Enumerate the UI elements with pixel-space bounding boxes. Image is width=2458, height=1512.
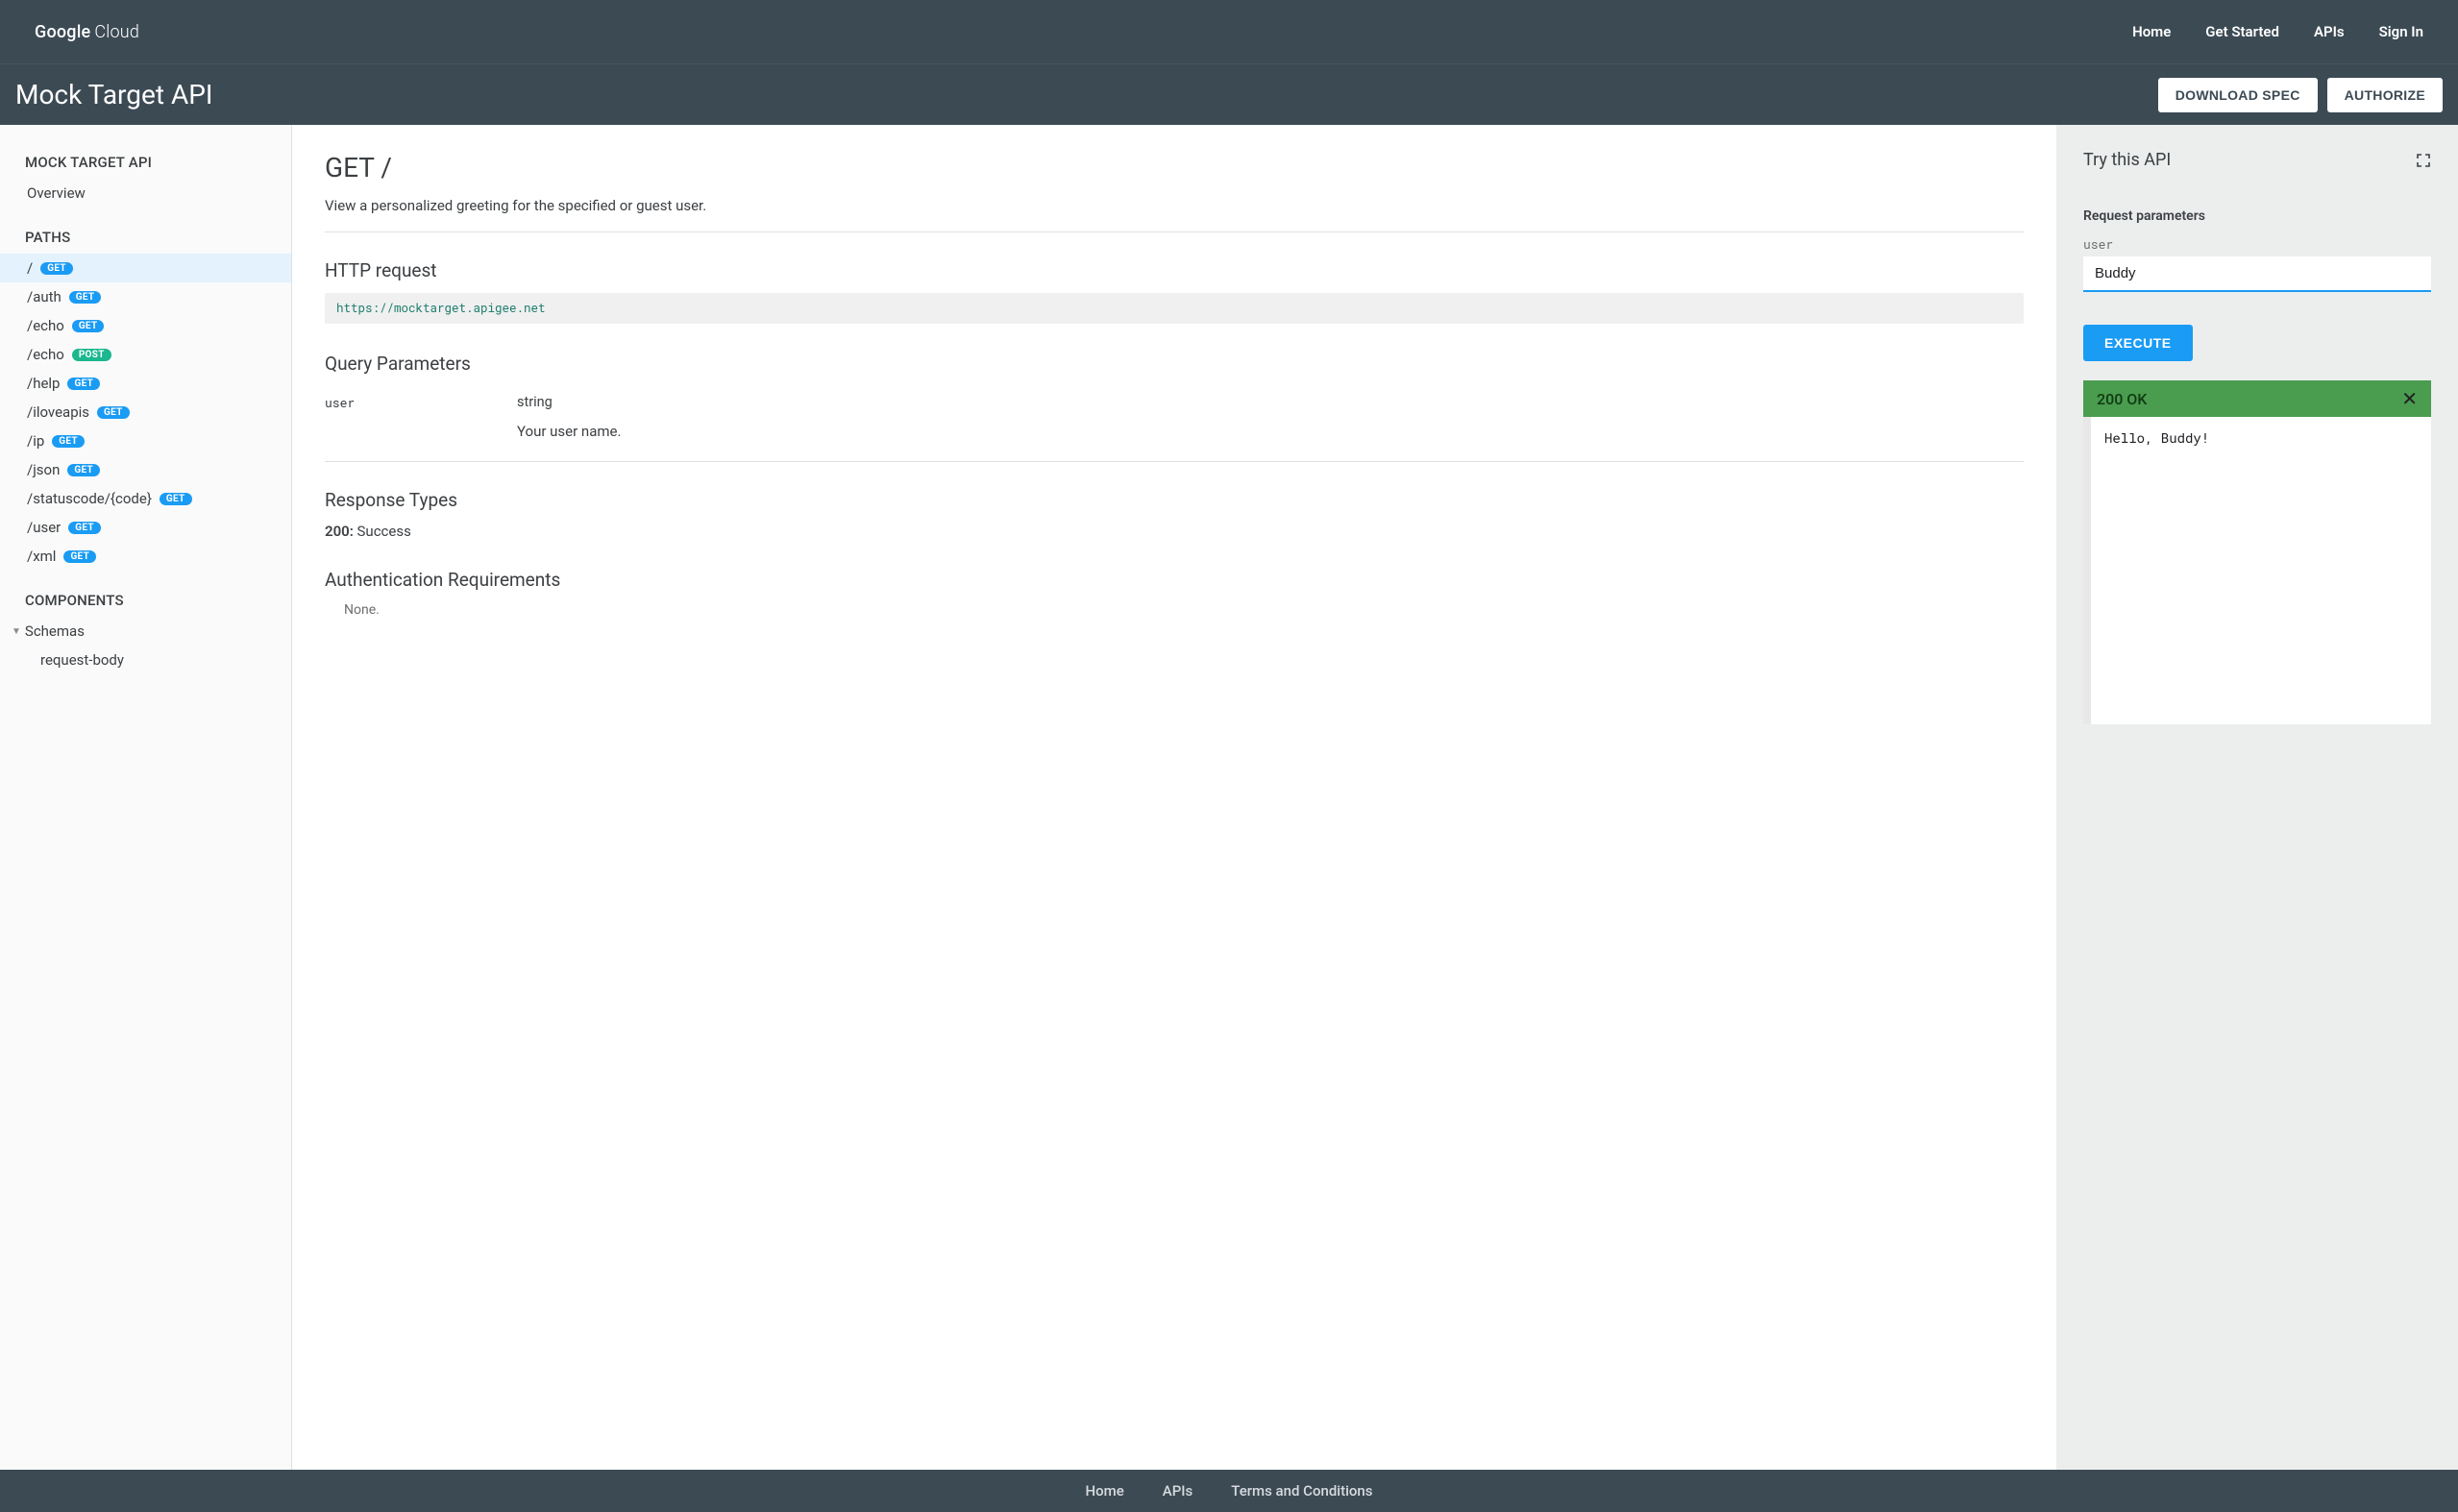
method-badge: GET [52,435,85,448]
param-input-label: user [2083,235,2431,253]
response-text: Success [354,523,411,540]
sidebar-path-item[interactable]: /xml GET [0,542,291,571]
method-badge: GET [68,522,101,534]
param-desc: Your user name. [517,423,621,440]
sidebar-path-label: /user [27,519,61,536]
method-badge: GET [97,406,130,419]
sidebar-path-item[interactable]: /json GET [0,455,291,484]
method-badge: GET [72,320,105,332]
fullscreen-icon[interactable] [2416,153,2431,168]
method-badge: GET [67,378,100,390]
response-status-bar: 200 OK ✕ [2083,380,2431,417]
sidebar-schemas-toggle[interactable]: ▼ Schemas [0,617,291,646]
user-param-input[interactable] [2083,256,2431,292]
sidebar-path-label: /echo [27,346,64,363]
chevron-down-icon: ▼ [12,626,21,637]
response-types-heading: Response Types [325,489,2024,511]
http-request-heading: HTTP request [325,259,2024,281]
param-row: user string [325,386,2024,419]
auth-heading: Authentication Requirements [325,569,2024,591]
method-badge: GET [69,291,102,304]
sidebar-path-label: /ip [27,432,44,450]
nav-apis[interactable]: APIs [2314,23,2345,40]
subheader-actions: DOWNLOAD SPEC AUTHORIZE [2158,78,2443,112]
sidebar-paths-list: / GET/auth GET/echo GET/echo POST/help GET/il… [0,254,291,571]
sidebar-path-label: /statuscode/{code} [27,490,152,507]
sub-header: Mock Target API DOWNLOAD SPEC AUTHORIZE [0,63,2458,125]
method-badge: GET [63,550,96,563]
brand-logo[interactable]: Google Cloud [35,22,139,42]
method-badge: GET [160,493,192,505]
request-params-label: Request parameters [2083,208,2431,224]
nav-home[interactable]: Home [2132,23,2171,40]
sidebar-path-item[interactable]: /auth GET [0,282,291,311]
param-type: string [517,394,553,411]
sidebar-path-label: /help [27,375,60,392]
sidebar-path-label: /iloveapis [27,403,89,421]
divider [325,461,2024,462]
brand-part2: Cloud [94,22,139,42]
endpoint-title: GET / [325,152,2024,183]
sidebar-path-item[interactable]: /help GET [0,369,291,398]
try-api-header: Try this API [2083,150,2431,170]
sidebar-path-item[interactable]: /user GET [0,513,291,542]
authorize-button[interactable]: AUTHORIZE [2327,78,2443,112]
nav-get-started[interactable]: Get Started [2205,23,2279,40]
try-api-panel: Try this API Request parameters user EXE… [2056,125,2458,1470]
response-code: 200: [325,523,354,540]
response-status-text: 200 OK [2097,390,2147,408]
sidebar-path-label: /xml [27,548,56,565]
try-api-heading: Try this API [2083,150,2171,170]
sidebar-path-item[interactable]: /statuscode/{code} GET [0,484,291,513]
sidebar-overview[interactable]: Overview [0,179,291,207]
sidebar-paths-title: PATHS [0,221,291,254]
sidebar-api-title: MOCK TARGET API [0,146,291,179]
brand-part1: Google [35,22,90,42]
sidebar-schemas-label: Schemas [25,622,85,640]
sidebar-path-item[interactable]: /iloveapis GET [0,398,291,427]
content-area: GET / View a personalized greeting for t… [292,125,2056,1470]
nav-sign-in[interactable]: Sign In [2379,23,2423,40]
footer-apis[interactable]: APIs [1163,1482,1193,1500]
method-badge: POST [72,349,111,361]
sidebar-path-item[interactable]: /echo GET [0,311,291,340]
param-desc-row: Your user name. [325,419,2024,453]
sidebar-path-label: / [27,259,33,277]
method-badge: GET [40,262,73,275]
sidebar-path-item[interactable]: /ip GET [0,427,291,455]
param-name: user [325,394,517,411]
sidebar-components-title: COMPONENTS [0,584,291,617]
response-body: Hello, Buddy! [2083,417,2431,724]
top-nav-links: Home Get Started APIs Sign In [2132,23,2423,40]
sidebar: MOCK TARGET API Overview PATHS / GET/auth… [0,125,292,1470]
sidebar-path-label: /json [27,461,60,478]
http-request-url: https://mocktarget.apigee.net [325,293,2024,324]
auth-none: None. [325,602,2024,618]
response-line: 200: Success [325,523,2024,540]
sidebar-path-label: /auth [27,288,61,305]
footer-home[interactable]: Home [1085,1482,1123,1500]
query-params-table: user string Your user name. [325,386,2024,453]
download-spec-button[interactable]: DOWNLOAD SPEC [2158,78,2318,112]
execute-button[interactable]: EXECUTE [2083,325,2193,361]
top-navbar: Google Cloud Home Get Started APIs Sign … [0,0,2458,63]
page-title: Mock Target API [15,79,213,110]
sidebar-schema-item[interactable]: request-body [0,646,291,674]
sidebar-path-item[interactable]: / GET [0,254,291,282]
query-params-heading: Query Parameters [325,353,2024,375]
footer-terms[interactable]: Terms and Conditions [1231,1482,1372,1500]
sidebar-path-label: /echo [27,317,64,334]
close-icon[interactable]: ✕ [2401,389,2418,408]
footer: Home APIs Terms and Conditions [0,1470,2458,1512]
endpoint-description: View a personalized greeting for the spe… [325,197,2024,214]
sidebar-path-item[interactable]: /echo POST [0,340,291,369]
main-area: MOCK TARGET API Overview PATHS / GET/auth… [0,125,2458,1470]
method-badge: GET [67,464,100,476]
